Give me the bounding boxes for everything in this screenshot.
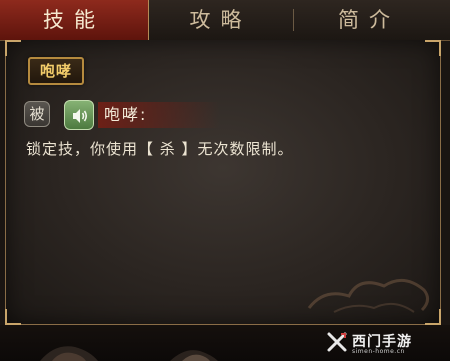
speaker-icon xyxy=(73,109,88,123)
watermark-logo-icon xyxy=(327,332,347,352)
watermark-subtext: simen-home.cn xyxy=(352,348,405,355)
watermark: 西门手游 simen-home.cn xyxy=(326,329,446,359)
skill-description: 锁定技，你使用【 杀 】无次数限制。 xyxy=(26,140,294,158)
tab-bar: 技能 攻略 简介 xyxy=(0,0,450,41)
skill-header: 被 咆哮: xyxy=(24,100,224,130)
skill-name-button[interactable]: 咆哮 xyxy=(28,57,84,85)
corner-ornament xyxy=(425,40,441,56)
skill-title: 咆哮: xyxy=(104,105,148,124)
tab-intro[interactable]: 简介 xyxy=(294,0,444,40)
tab-skills[interactable]: 技能 xyxy=(0,0,149,40)
cloud-decoration xyxy=(307,278,429,313)
skill-panel: 咆哮 被 咆哮: 锁定技，你使用【 杀 】无次数限制。 xyxy=(5,40,441,325)
corner-ornament xyxy=(5,309,21,325)
corner-ornament xyxy=(5,40,21,56)
passive-badge: 被 xyxy=(24,101,50,127)
voice-button[interactable] xyxy=(64,100,94,130)
tab-strategy[interactable]: 攻略 xyxy=(148,0,293,40)
